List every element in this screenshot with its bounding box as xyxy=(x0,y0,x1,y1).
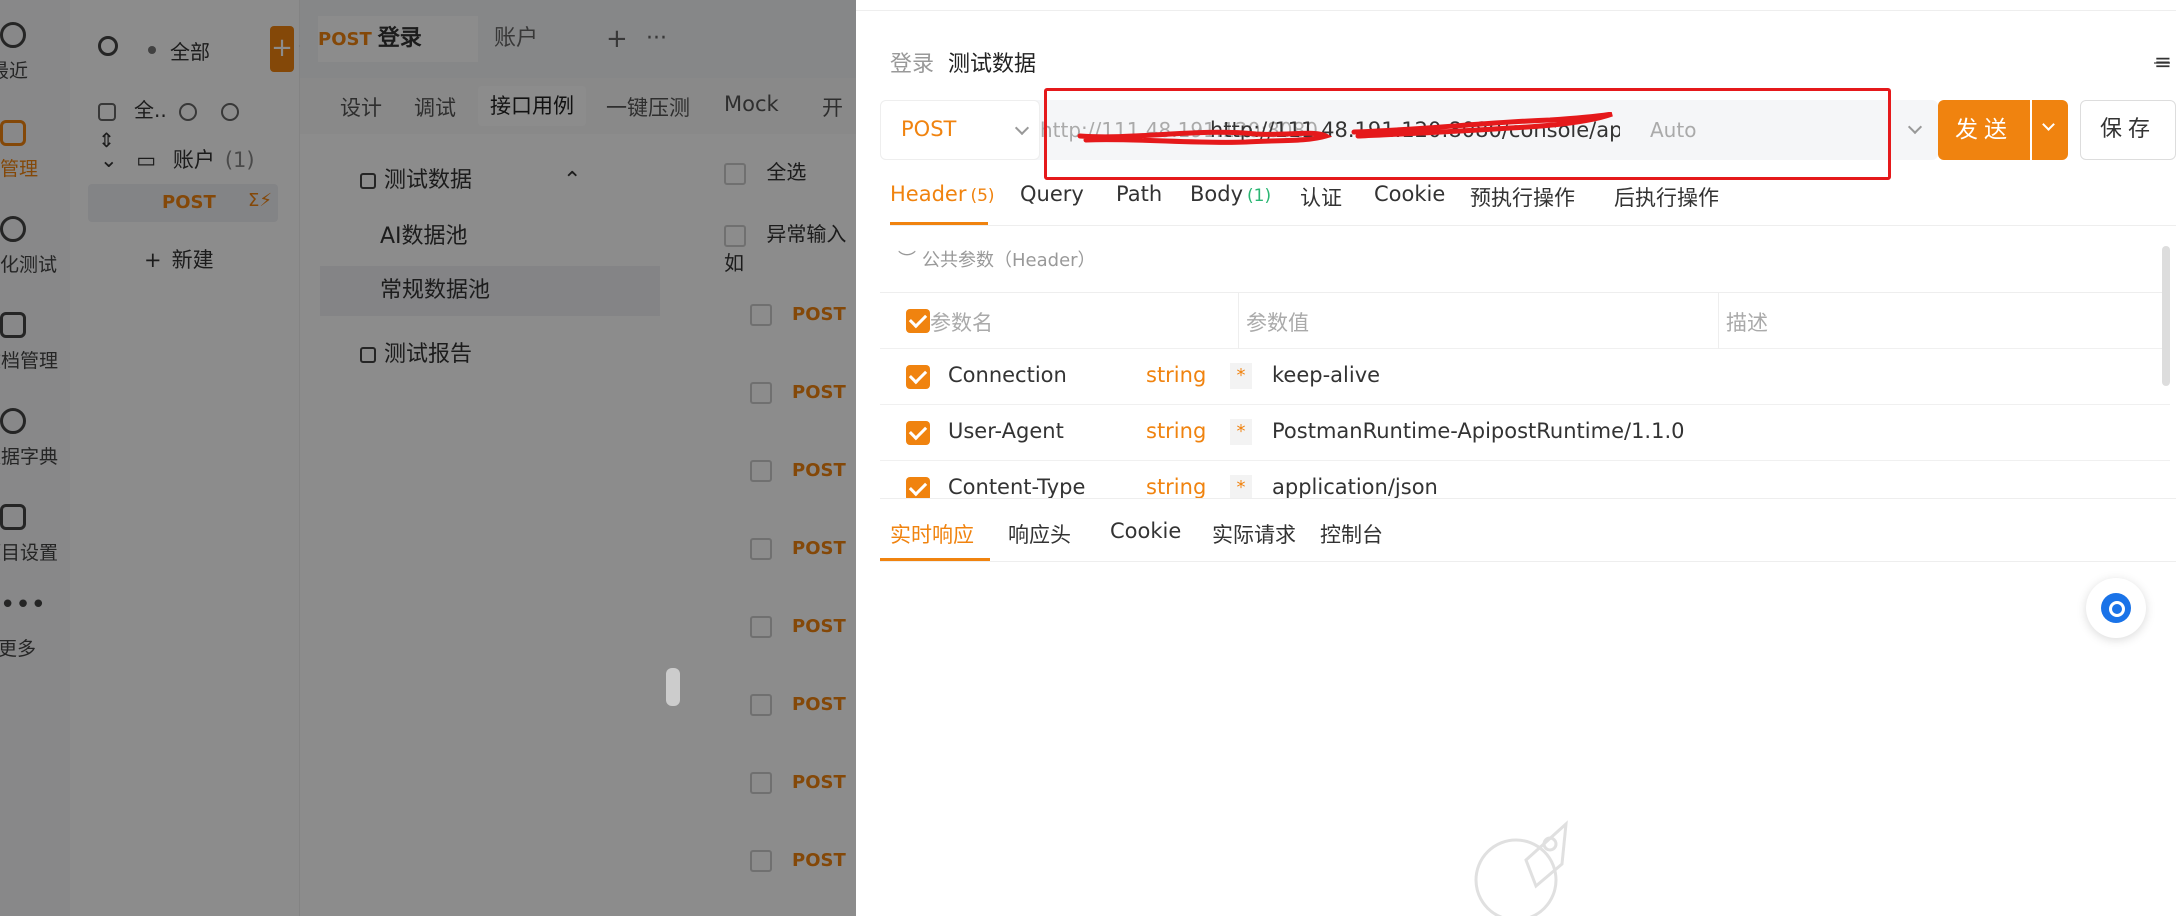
rocket-illustration-icon xyxy=(1474,820,1568,916)
params-header-row: 参数名 参数值 描述 xyxy=(880,293,2170,349)
request-tabs: Header (5) Query Path Body (1) 认证 Cookie 预… xyxy=(890,180,2176,226)
params-scrollbar[interactable] xyxy=(2162,246,2170,386)
row-checkbox[interactable] xyxy=(906,477,930,498)
tab-pre-script[interactable]: 预执行操作 xyxy=(1470,182,1575,212)
breadcrumb-current: 测试数据 xyxy=(948,52,1037,77)
required-badge[interactable]: * xyxy=(1230,363,1252,389)
redaction-scribble-icon xyxy=(1351,112,1613,139)
breadcrumb-parent[interactable]: 登录 xyxy=(890,52,934,77)
row-checkbox[interactable] xyxy=(906,365,930,389)
row-checkbox[interactable] xyxy=(906,421,930,445)
save-button[interactable]: 保存 xyxy=(2080,100,2176,160)
modal-backdrop[interactable] xyxy=(0,0,856,916)
tab-console[interactable]: 控制台 xyxy=(1320,519,1383,549)
chevron-down-icon xyxy=(1014,120,1030,136)
chevron-down-icon xyxy=(2042,118,2055,131)
redaction-scribble-icon xyxy=(1077,129,1333,145)
edit-icon[interactable]: ≡ xyxy=(2154,50,2172,74)
send-button[interactable]: 发送 xyxy=(1938,100,2030,160)
eye-closed-icon: ︶ xyxy=(898,250,916,271)
tab-response-headers[interactable]: 响应头 xyxy=(1008,519,1071,549)
tab-live-response[interactable]: 实时响应 xyxy=(890,519,974,549)
chevron-down-icon[interactable] xyxy=(1907,119,1923,135)
column-divider xyxy=(1718,293,1719,349)
send-options-button[interactable] xyxy=(2032,100,2068,160)
chat-assistant-button[interactable] xyxy=(2086,578,2146,638)
required-badge[interactable]: * xyxy=(1230,419,1252,445)
column-divider xyxy=(1238,293,1239,349)
method-select[interactable]: POST xyxy=(880,100,1040,160)
response-tabs: 实时响应 响应头 Cookie 实际请求 控制台 xyxy=(880,498,2176,562)
tab-header[interactable]: Header (5) xyxy=(890,182,995,206)
tab-body[interactable]: Body (1) xyxy=(1190,182,1271,206)
auto-select[interactable]: Auto xyxy=(1650,118,1696,142)
tab-auth[interactable]: 认证 xyxy=(1300,182,1342,212)
tab-post-script[interactable]: 后执行操作 xyxy=(1614,182,1719,212)
table-row: Connection string * keep-alive xyxy=(880,349,2170,405)
tab-cookie[interactable]: Cookie xyxy=(1374,182,1445,206)
collapse-handle-icon[interactable] xyxy=(666,668,680,706)
select-all-checkbox[interactable] xyxy=(906,309,930,333)
breadcrumb: 登录 测试数据 xyxy=(890,46,1036,78)
tab-query[interactable]: Query xyxy=(1020,182,1084,206)
tab-response-cookie[interactable]: Cookie xyxy=(1110,519,1181,543)
public-params-toggle[interactable]: ︶ 公共参数（Header） xyxy=(898,246,1096,272)
divider xyxy=(856,10,2176,11)
table-row: User-Agent string * PostmanRuntime-Apipo… xyxy=(880,405,2170,461)
tab-path[interactable]: Path xyxy=(1116,182,1162,206)
tab-actual-request[interactable]: 实际请求 xyxy=(1212,519,1296,549)
active-tab-indicator xyxy=(880,558,990,561)
params-table: 参数名 参数值 描述 Connection string * keep-aliv… xyxy=(880,292,2170,498)
table-row: Content-Type string * application/json xyxy=(880,461,2170,498)
required-badge[interactable]: * xyxy=(1230,475,1252,498)
chat-icon xyxy=(2101,593,2131,623)
active-tab-indicator xyxy=(890,222,988,225)
